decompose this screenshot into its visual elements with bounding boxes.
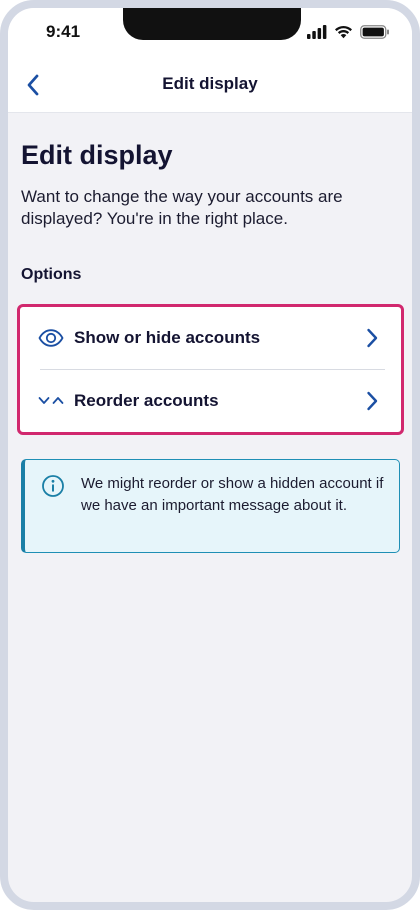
eye-icon	[38, 328, 64, 348]
reorder-icon	[38, 391, 64, 411]
reorder-accounts-label: Reorder accounts	[74, 391, 219, 410]
wifi-icon	[335, 25, 352, 39]
device-notch	[123, 8, 301, 40]
show-hide-accounts-row[interactable]: Show or hide accounts	[20, 307, 401, 369]
phone-frame: 9:41 Edit display Edit display Want to c…	[0, 0, 420, 910]
intro-text: Want to change the way your accounts are…	[21, 187, 343, 228]
cellular-signal-icon	[307, 25, 327, 39]
info-message: We might reorder or show a hidden accoun…	[81, 475, 384, 514]
status-time: 9:41	[46, 22, 81, 41]
options-heading: Options	[21, 266, 82, 283]
status-icons	[307, 25, 390, 39]
status-bar: 9:41	[8, 8, 412, 56]
info-banner: We might reorder or show a hidden accoun…	[21, 459, 400, 553]
reorder-accounts-row[interactable]: Reorder accounts	[20, 370, 401, 432]
navigation-bar: Edit display	[8, 56, 412, 113]
show-hide-accounts-label: Show or hide accounts	[74, 328, 261, 347]
options-card: Show or hide accounts Reorder accounts	[17, 304, 404, 435]
page-title: Edit display	[21, 140, 173, 170]
chevron-right-icon	[365, 328, 379, 348]
nav-title: Edit display	[162, 74, 258, 93]
info-icon	[42, 475, 64, 497]
battery-icon	[360, 25, 389, 39]
chevron-right-icon	[365, 391, 379, 411]
